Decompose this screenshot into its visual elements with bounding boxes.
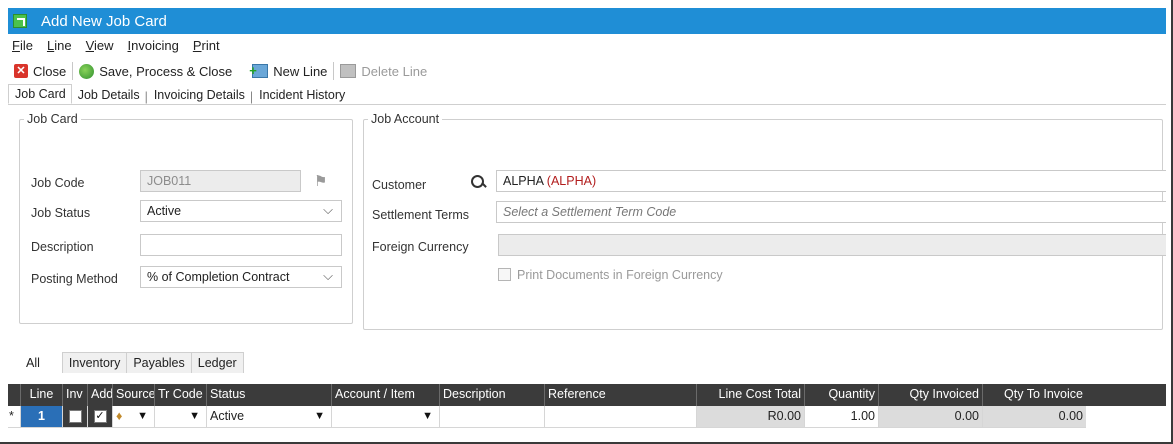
customer-code-paren: (ALPHA) [546,174,597,188]
new-line-label: New Line [273,63,328,79]
customer-field[interactable]: ALPHA (ALPHA) [496,170,1166,192]
settlement-terms-placeholder: Select a Settlement Term Code [503,205,677,219]
col-header-description[interactable]: Description [440,384,545,406]
add-checkbox[interactable]: ✓ [93,410,107,424]
col-header-quantity[interactable]: Quantity [805,384,879,406]
close-button-label: Close [33,63,67,79]
settlement-terms-field[interactable]: Select a Settlement Term Code [496,201,1166,223]
menu-view-mnemonic: V [85,38,94,53]
app-icon [13,14,27,28]
cell-tr-code[interactable] [155,406,207,428]
menu-print-mnemonic: P [192,38,202,53]
cell-qty-to-invoice: 0.00 [983,406,1086,428]
close-icon: ✕ [14,64,28,78]
title-bar: Add New Job Card [8,8,1166,34]
menu-file[interactable]: File [12,38,33,58]
job-card-legend: Job Card [27,112,78,126]
customer-label: Customer [372,178,427,192]
job-status-select[interactable]: Active [140,200,342,222]
posting-method-select[interactable]: % of Completion Contract [140,266,342,288]
menu-invoicing[interactable]: Invoicing [128,38,179,58]
cell-inv[interactable] [63,406,88,428]
menu-invoicing-rest: nvoicing [131,38,179,53]
cell-source[interactable]: ♦ [113,406,155,428]
tab-invoicing-details[interactable]: Invoicing Details [148,88,250,104]
menu-view[interactable]: View [86,38,114,58]
cell-line-cost-total: R0.00 [697,406,805,428]
job-code-field: JOB011 [140,170,301,192]
new-line-button[interactable]: New Line [246,63,333,79]
job-status-label: Job Status [31,206,91,220]
new-row-marker: * [8,406,21,428]
toolbar: ✕ Close Save, Process & Close New Line D… [8,59,433,83]
col-header-line[interactable]: Line [21,384,63,406]
settlement-terms-label: Settlement Terms [372,208,470,222]
grid-header: Line Inv Add Source Tr Code Status Accou… [8,384,1166,406]
col-header-inv[interactable]: Inv [63,384,88,406]
menu-print-rest: rint [201,38,220,53]
main-tabs: Job Card Job Details | Invoicing Details… [8,84,1166,105]
delete-line-icon [340,64,357,78]
col-header-tr-code[interactable]: Tr Code [155,384,207,406]
description-field[interactable] [140,234,342,256]
cell-quantity[interactable]: 1.00 [805,406,879,428]
col-header-line-cost-total[interactable]: Line Cost Total [697,384,805,406]
col-header-qty-to-invoice[interactable]: Qty To Invoice [983,384,1086,406]
posting-method-label: Posting Method [31,272,118,286]
menu-line[interactable]: Line [47,38,72,58]
cell-status[interactable]: Active [207,406,332,428]
col-header-add[interactable]: Add [88,384,113,406]
job-card-window: Add New Job Card File Line View Invoicin… [0,0,1173,444]
foreign-currency-label: Foreign Currency [372,240,469,254]
col-header-qty-invoiced[interactable]: Qty Invoiced [879,384,983,406]
grid-corner [8,384,21,406]
cell-description[interactable] [440,406,545,428]
tab-inventory[interactable]: Inventory [61,352,128,373]
menu-bar: File Line View Invoicing Print [8,38,220,58]
tab-all[interactable]: All [19,352,63,373]
job-code-label: Job Code [31,176,85,190]
line-tabs: All Inventory Payables Ledger [19,349,244,373]
foreign-currency-field [498,234,1166,256]
save-icon [79,63,95,79]
description-label: Description [31,240,94,254]
lines-grid: Line Inv Add Source Tr Code Status Accou… [8,384,1166,428]
save-process-close-label: Save, Process & Close [99,63,233,79]
table-row[interactable]: * 1 ✓ ♦ Active R0.00 1.00 0.00 0.00 [8,406,1166,428]
tab-incident-history[interactable]: Incident History [253,88,350,104]
flag-icon[interactable]: ⚑ [314,172,332,190]
col-header-reference[interactable]: Reference [545,384,697,406]
save-process-close-button[interactable]: Save, Process & Close [73,63,238,79]
cell-qty-invoiced: 0.00 [879,406,983,428]
source-icon: ♦ [116,409,123,423]
cell-add[interactable]: ✓ [88,406,113,428]
print-foreign-label: Print Documents in Foreign Currency [517,268,723,282]
new-line-icon [249,63,269,78]
close-button[interactable]: ✕ Close [8,64,72,79]
tab-job-card[interactable]: Job Card [8,84,72,104]
menu-view-rest: iew [94,38,114,53]
search-icon[interactable] [470,174,486,190]
cell-line[interactable]: 1 [21,406,63,428]
col-header-source[interactable]: Source [113,384,155,406]
customer-code: ALPHA [503,174,544,188]
print-foreign-checkbox[interactable] [498,268,511,281]
cell-reference[interactable] [545,406,697,428]
menu-line-rest: ine [54,38,72,53]
tab-ledger[interactable]: Ledger [190,352,244,373]
menu-print[interactable]: Print [193,38,220,58]
inv-checkbox[interactable] [68,410,82,424]
tab-payables[interactable]: Payables [126,352,192,373]
job-account-legend: Job Account [371,112,440,126]
delete-line-button[interactable]: Delete Line [334,64,433,79]
tab-job-details[interactable]: Job Details [72,88,145,104]
col-header-account-item[interactable]: Account / Item [332,384,440,406]
col-header-status[interactable]: Status [207,384,332,406]
delete-line-label: Delete Line [361,63,428,79]
menu-file-mnemonic: F [12,38,20,53]
cell-account-item[interactable] [332,406,440,428]
menu-file-rest: ile [19,38,33,53]
window-title: Add New Job Card [41,12,167,30]
